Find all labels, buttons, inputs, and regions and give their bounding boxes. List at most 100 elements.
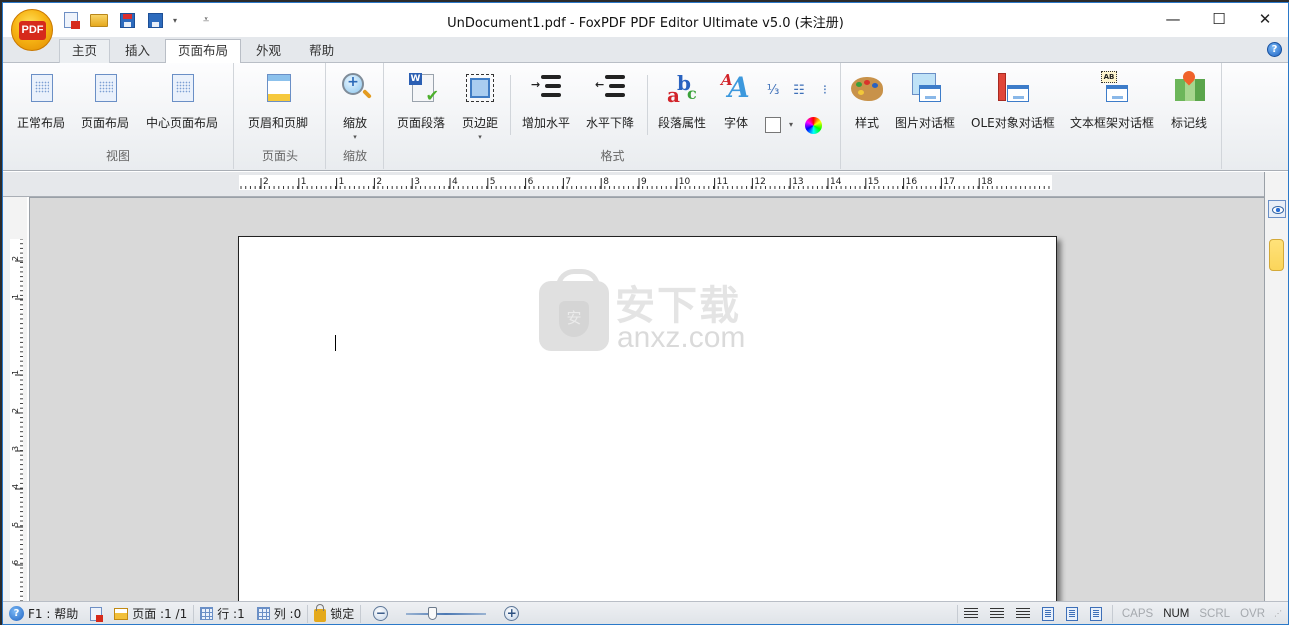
font-aa-icon: AA <box>721 71 750 104</box>
marker-line-button[interactable]: 标记线 <box>1171 68 1207 131</box>
text-frame-ab-icon: AB <box>1101 71 1117 83</box>
maximize-button[interactable]: ☐ <box>1196 3 1242 35</box>
normal-layout-button[interactable]: 正常布局 <box>17 71 65 131</box>
ribbon-group-zoom: 缩放 ▾ 缩放 <box>327 63 384 169</box>
ribbon-group-format: 页面段落 页边距 ▾ → 增加水平 ← 水平下降 <box>385 63 841 169</box>
align-right-icon[interactable] <box>1015 607 1030 620</box>
overwrite-indicator: OVR <box>1240 607 1265 620</box>
zoom-button[interactable]: 缩放 ▾ <box>338 71 372 141</box>
border-dropdown-icon[interactable]: ▾ <box>789 120 793 129</box>
header-footer-button[interactable]: 页眉和页脚 <box>248 71 308 131</box>
app-logo-button[interactable]: PDF <box>11 9 53 51</box>
status-pdf[interactable] <box>84 602 108 624</box>
status-page: 页面 :1 /1 <box>108 602 193 624</box>
ruler-label: 5 <box>11 522 20 527</box>
ruler-label: 4 <box>11 484 20 489</box>
tab-help[interactable]: 帮助 <box>296 39 347 63</box>
align-center-icon[interactable] <box>989 607 1004 620</box>
tab-page-layout[interactable]: 页面布局 <box>165 39 242 64</box>
font-button[interactable]: AA 字体 <box>719 71 753 131</box>
shield-icon: 安 <box>559 301 589 337</box>
page-view-icon[interactable] <box>1065 606 1078 621</box>
zoom-in-button[interactable]: + <box>504 606 520 621</box>
tab-insert[interactable]: 插入 <box>112 39 163 63</box>
vertical-ruler[interactable]: 2 1 1 2 3 4 5 6 <box>10 238 23 602</box>
zoom-slider[interactable] <box>406 606 487 621</box>
resize-grip-icon[interactable]: ⋰ <box>1274 609 1288 618</box>
multilevel-list-icon[interactable]: ⁝ <box>818 83 832 98</box>
status-help[interactable]: ? F1 : 帮助 <box>3 602 84 624</box>
group-label-view: 视图 <box>105 149 130 163</box>
ruler-label: 17 <box>943 177 954 187</box>
paragraph-properties-button[interactable]: bac 段落属性 <box>658 71 706 131</box>
page-paragraph-button[interactable]: 页面段落 <box>397 71 445 131</box>
horizontal-ruler[interactable]: 2 1 1 2 3 4 5 6 7 8 9 10 11 12 13 14 15 16 17 18 <box>239 175 1052 190</box>
ruler-label: 18 <box>981 177 993 187</box>
ruler-label: 13 <box>792 177 803 187</box>
ruler-label: 3 <box>11 446 20 451</box>
ruler-label: 1 <box>11 370 20 375</box>
style-button[interactable]: 样式 <box>850 71 884 131</box>
page-icon <box>114 607 129 620</box>
document-page[interactable]: 安 安下载 anxz.com <box>238 236 1057 616</box>
ruler-label: 2 <box>11 256 20 261</box>
ribbon-group-view: 正常布局 页面布局 中心页面布局 视图 <box>3 63 234 169</box>
page-margins-icon <box>466 74 494 102</box>
center-page-view-icon[interactable] <box>1089 606 1102 621</box>
page-icon <box>31 74 53 102</box>
increase-indent-icon: → <box>531 75 563 103</box>
numbered-list-icon[interactable]: ⅓ <box>766 83 780 98</box>
text-caret <box>335 335 336 351</box>
page-icon <box>95 74 117 102</box>
eye-view-icon[interactable] <box>1268 200 1286 218</box>
zoom-out-button[interactable]: − <box>373 606 389 621</box>
document-canvas: 安 安下载 anxz.com <box>29 197 1265 616</box>
page-icon <box>172 74 194 102</box>
page-layout-button[interactable]: 页面布局 <box>81 71 129 131</box>
page-margins-button[interactable]: 页边距 ▾ <box>462 71 498 141</box>
dialog-icon <box>919 85 941 102</box>
grid-col-icon <box>256 607 270 620</box>
ruler-label: 9 <box>641 177 647 187</box>
color-wheel-icon[interactable] <box>805 117 822 134</box>
vertical-scrollbar[interactable] <box>1264 172 1288 601</box>
zoom-controls: − + <box>361 602 525 624</box>
tab-home[interactable]: 主页 <box>59 39 111 63</box>
help-icon: ? <box>9 606 24 621</box>
status-lock[interactable]: 锁定 <box>308 602 360 624</box>
ole-chart-icon <box>997 73 1006 101</box>
ruler-label: 7 <box>565 177 571 187</box>
ruler-label: 6 <box>11 560 20 565</box>
ruler-label: 2 <box>263 177 269 187</box>
window-title: UnDocument1.pdf - FoxPDF PDF Editor Ulti… <box>447 16 844 31</box>
decrease-indent-icon: ← <box>595 75 627 103</box>
ruler-label: 4 <box>452 177 458 187</box>
close-button[interactable]: ✕ <box>1242 3 1288 35</box>
horizontal-ruler-ticks: 2 1 1 2 3 4 5 6 7 8 9 10 11 12 13 14 15 16 17 18 <box>240 177 1050 189</box>
vertical-ruler-band: 2 1 1 2 3 4 5 6 <box>3 197 27 602</box>
image-dialog-button[interactable]: 图片对话框 <box>895 71 955 131</box>
decrease-indent-button[interactable]: ← 水平下降 <box>586 71 634 131</box>
minimize-button[interactable]: — <box>1150 3 1196 35</box>
help-icon[interactable]: ? <box>1267 42 1282 57</box>
ruler-label: 10 <box>679 177 691 187</box>
center-page-layout-button[interactable]: 中心页面布局 <box>146 71 218 131</box>
bullet-list-icon[interactable]: ☷ <box>792 83 806 98</box>
ole-object-dialog-button[interactable]: OLE对象对话框 <box>971 71 1055 131</box>
ruler-label: 1 <box>339 177 345 187</box>
word-check-icon <box>409 73 439 105</box>
scrollbar-thumb[interactable] <box>1269 239 1284 271</box>
increase-indent-button[interactable]: → 增加水平 <box>522 71 570 131</box>
normal-view-icon[interactable] <box>1041 606 1054 621</box>
tab-appearance[interactable]: 外观 <box>243 39 294 63</box>
group-label-format: 格式 <box>600 149 625 163</box>
zoom-slider-thumb[interactable] <box>427 606 437 620</box>
header-footer-icon <box>267 74 291 102</box>
status-col: 列 :0 <box>251 602 308 624</box>
text-frame-dialog-button[interactable]: AB 文本框架对话框 <box>1070 71 1154 131</box>
watermark-en-text: anxz.com <box>617 321 746 354</box>
chevron-down-icon: ▾ <box>353 133 357 141</box>
app-window: PDF ▾ ⩡ UnDocument1.pdf - FoxPDF PDF Edi… <box>2 2 1289 625</box>
border-box-icon[interactable] <box>765 117 781 133</box>
align-left-icon[interactable] <box>963 607 978 620</box>
